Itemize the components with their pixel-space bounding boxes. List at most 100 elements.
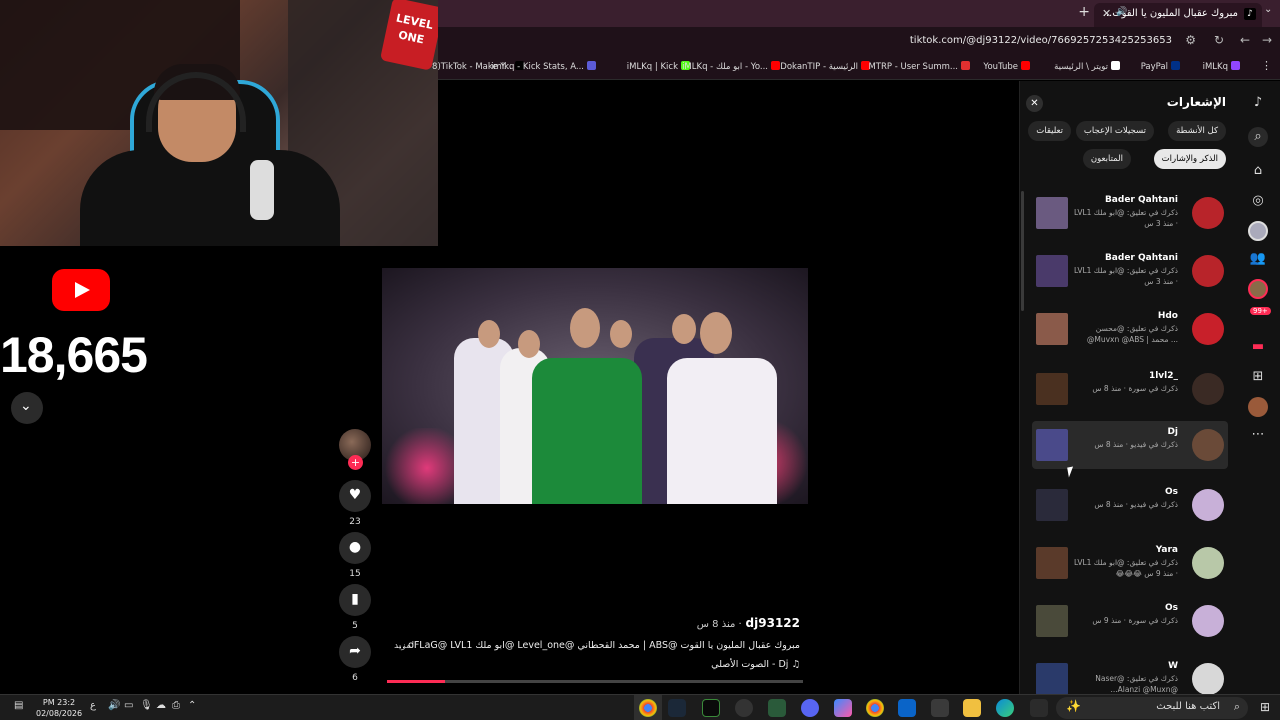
- tiktok-logo-icon[interactable]: ♪: [1248, 93, 1268, 113]
- panel-scrollbar[interactable]: [1021, 191, 1024, 311]
- search-icon[interactable]: ⌕: [1248, 127, 1268, 147]
- forward-icon[interactable]: ←: [1240, 33, 1250, 47]
- notification-avatar[interactable]: [1192, 197, 1224, 229]
- comment-action[interactable]: ● 15: [339, 532, 371, 579]
- steam-icon[interactable]: [668, 699, 686, 717]
- notification-item[interactable]: Hdo ذكرك في تعليق: @محسن ... محمد | Muvxn …: [1032, 305, 1228, 353]
- bookmark-item[interactable]: DokanTIP - الرئيسية: [780, 61, 870, 72]
- explore-icon[interactable]: ◎: [1248, 191, 1268, 211]
- notification-thumbnail[interactable]: [1036, 605, 1068, 637]
- device-icon[interactable]: ⎙: [172, 700, 180, 711]
- chrome-icon[interactable]: [639, 699, 657, 717]
- notification-item[interactable]: Bader Qahtani ذكرك في تعليق: @ابو ملك LVL…: [1032, 189, 1228, 237]
- browser-tab[interactable]: ♪ مبروك عقبال المليون يا القوت... 🔊 ✕: [1094, 3, 1262, 27]
- notification-thumbnail[interactable]: [1036, 373, 1068, 405]
- live-avatar[interactable]: [1248, 279, 1268, 299]
- tab-close-icon[interactable]: ✕: [1102, 7, 1111, 20]
- notification-thumbnail[interactable]: [1036, 255, 1068, 287]
- close-panel-button[interactable]: ✕: [1026, 95, 1043, 112]
- edge-icon[interactable]: [996, 699, 1014, 717]
- bookmark-item[interactable]: imlkq - Kick Stats, A...: [491, 61, 596, 72]
- notification-thumbnail[interactable]: [1036, 429, 1068, 461]
- reload-icon[interactable]: ↻: [1214, 33, 1224, 47]
- chip-followers[interactable]: المتابعون: [1082, 149, 1131, 169]
- notification-thumbnail[interactable]: [1036, 663, 1068, 694]
- notification-item[interactable]: Dj ذكرك في فيديو · منذ 8 س: [1032, 421, 1228, 469]
- obs-icon[interactable]: [735, 699, 753, 717]
- notification-item[interactable]: Yara ذكرك في تعليق: @ابو ملك LVL1 · منذ 9 …: [1032, 539, 1228, 587]
- new-tab-button[interactable]: +: [1078, 4, 1090, 20]
- chip-all-activity[interactable]: كل الأنشطة: [1168, 121, 1226, 141]
- notification-thumbnail[interactable]: [1036, 197, 1068, 229]
- site-settings-icon[interactable]: ⚙: [1185, 33, 1196, 47]
- clock[interactable]: PM 23:2 02/08/2026: [36, 697, 82, 719]
- notification-avatar[interactable]: [1192, 663, 1224, 694]
- taskbar-search[interactable]: ✨ اكتب هنا للبحث ⌕: [1056, 697, 1248, 719]
- bookmark-item[interactable]: YouTube: [983, 61, 1030, 72]
- bookmark-item[interactable]: PayPal: [1141, 61, 1180, 72]
- tab-menu-button[interactable]: ⌄: [1264, 4, 1278, 22]
- app-icon[interactable]: [702, 699, 720, 717]
- scroll-down-button[interactable]: ⌄: [11, 392, 43, 424]
- file-explorer-icon[interactable]: [963, 699, 981, 717]
- video-player[interactable]: [382, 268, 808, 504]
- messages-icon[interactable]: ▬: [1248, 337, 1268, 357]
- mic-icon[interactable]: 🎙: [140, 700, 153, 711]
- home-icon[interactable]: ⌂: [1248, 161, 1268, 181]
- copilot-icon[interactable]: [834, 699, 852, 717]
- outlook-icon[interactable]: [898, 699, 916, 717]
- notifications-center-icon[interactable]: ▤: [14, 700, 23, 711]
- volume-icon[interactable]: 🔊: [108, 700, 120, 711]
- notification-avatar[interactable]: [1192, 429, 1224, 461]
- upload-icon[interactable]: ⊞: [1248, 367, 1268, 387]
- store-icon[interactable]: [931, 699, 949, 717]
- profile-avatar[interactable]: [1248, 397, 1268, 417]
- share-action[interactable]: ➦ 6: [339, 636, 371, 683]
- bookmark-item[interactable]: تويتر \ الرئيسية: [1054, 61, 1120, 72]
- notification-avatar[interactable]: [1192, 605, 1224, 637]
- notification-thumbnail[interactable]: [1036, 489, 1068, 521]
- notification-item[interactable]: Bader Qahtani ذكرك في تعليق: @ابو ملك LVL…: [1032, 247, 1228, 295]
- notification-item[interactable]: Os ذكرك في فيديو · منذ 8 س: [1032, 481, 1228, 529]
- task-view-icon[interactable]: [1030, 699, 1048, 717]
- notification-thumbnail[interactable]: [1036, 547, 1068, 579]
- bookmark-item[interactable]: iMLKq | Kick: [627, 61, 690, 72]
- display-icon[interactable]: ▭: [124, 700, 133, 711]
- notification-item[interactable]: W ذكرك في تعليق: @Naser @Alanzi @Muxn...: [1032, 655, 1228, 694]
- caption-more-link[interactable]: المزيد: [394, 641, 417, 651]
- following-avatar[interactable]: [1248, 221, 1268, 241]
- notification-avatar[interactable]: [1192, 255, 1224, 287]
- sound-label[interactable]: ♫ Dj - الصوت الأصلي: [711, 659, 800, 670]
- follow-plus-icon[interactable]: +: [348, 455, 363, 470]
- back-icon[interactable]: →: [1262, 33, 1272, 47]
- tray-expand-icon[interactable]: ⌃: [188, 700, 196, 711]
- cloud-icon[interactable]: ☁: [156, 700, 166, 711]
- bookmark-item[interactable]: iMLKq: [1203, 61, 1240, 72]
- notification-avatar[interactable]: [1192, 313, 1224, 345]
- chrome-icon[interactable]: [866, 699, 884, 717]
- notification-item[interactable]: Os ذكرك في سورة · منذ 9 س: [1032, 597, 1228, 645]
- author-username[interactable]: dj93122: [746, 616, 800, 630]
- notification-thumbnail[interactable]: [1036, 313, 1068, 345]
- start-icon[interactable]: ⊞: [1260, 700, 1270, 714]
- language-indicator[interactable]: ع: [90, 700, 96, 711]
- notification-avatar[interactable]: [1192, 547, 1224, 579]
- discord-icon[interactable]: [801, 699, 819, 717]
- bookmarks-more-icon[interactable]: ⋮: [1261, 59, 1272, 72]
- notification-item[interactable]: _1lvl2 ذكرك في سورة · منذ 8 س: [1032, 365, 1228, 413]
- more-icon[interactable]: ⋯: [1248, 425, 1268, 445]
- url-text[interactable]: tiktok.com/@dj93122/video/76692572534252…: [910, 35, 1172, 46]
- friends-icon[interactable]: 👥: [1248, 249, 1268, 269]
- bookmark-item[interactable]: iMLKq - ابو ملك - Yo...: [682, 61, 780, 72]
- chip-likes[interactable]: تسجيلات الإعجاب: [1075, 121, 1154, 141]
- save-action[interactable]: ▮ 5: [339, 584, 371, 631]
- notification-avatar[interactable]: [1192, 373, 1224, 405]
- like-action[interactable]: ♥ 23: [339, 480, 371, 527]
- excel-icon[interactable]: [768, 699, 786, 717]
- bookmark-item[interactable]: MTRP - User Summ...: [868, 61, 970, 72]
- chip-mentions[interactable]: الذكر والإشارات: [1153, 149, 1226, 169]
- video-progress-bar[interactable]: [387, 680, 803, 683]
- notification-avatar[interactable]: [1192, 489, 1224, 521]
- audio-playing-icon[interactable]: 🔊: [1116, 7, 1127, 17]
- chip-comments[interactable]: تعليقات: [1028, 121, 1071, 141]
